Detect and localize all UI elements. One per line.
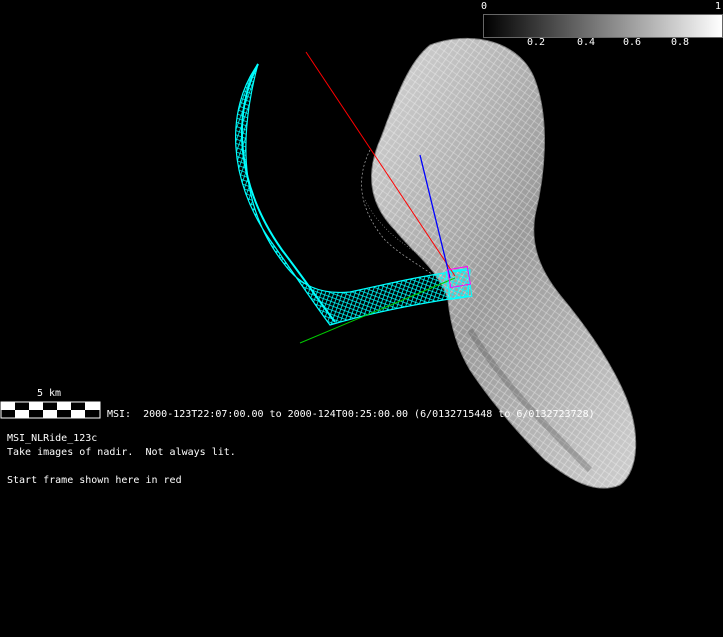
msi-time-range: MSI: 2000-123T22:07:00.00 to 2000-124T00… xyxy=(107,409,595,420)
colorbar-tick-label: 0.8 xyxy=(671,37,690,48)
colorbar-tick-label: 0.4 xyxy=(577,37,596,48)
colorbar-tick-label: 0.2 xyxy=(527,37,546,48)
scale-bar xyxy=(0,401,101,419)
observation-name: MSI_NLRide_123c xyxy=(7,433,98,444)
asteroid-render-view xyxy=(0,38,637,489)
observation-description: Take images of nadir. Not always lit. xyxy=(7,447,236,458)
colorbar-min-label: 0 xyxy=(481,1,488,12)
colorbar-tick-label: 0.6 xyxy=(623,37,642,48)
colorbar xyxy=(483,14,723,38)
scale-bar-label: 5 km xyxy=(37,388,62,399)
colorbar-max-label: 1 xyxy=(715,1,722,12)
start-frame-note: Start frame shown here in red xyxy=(7,475,182,486)
